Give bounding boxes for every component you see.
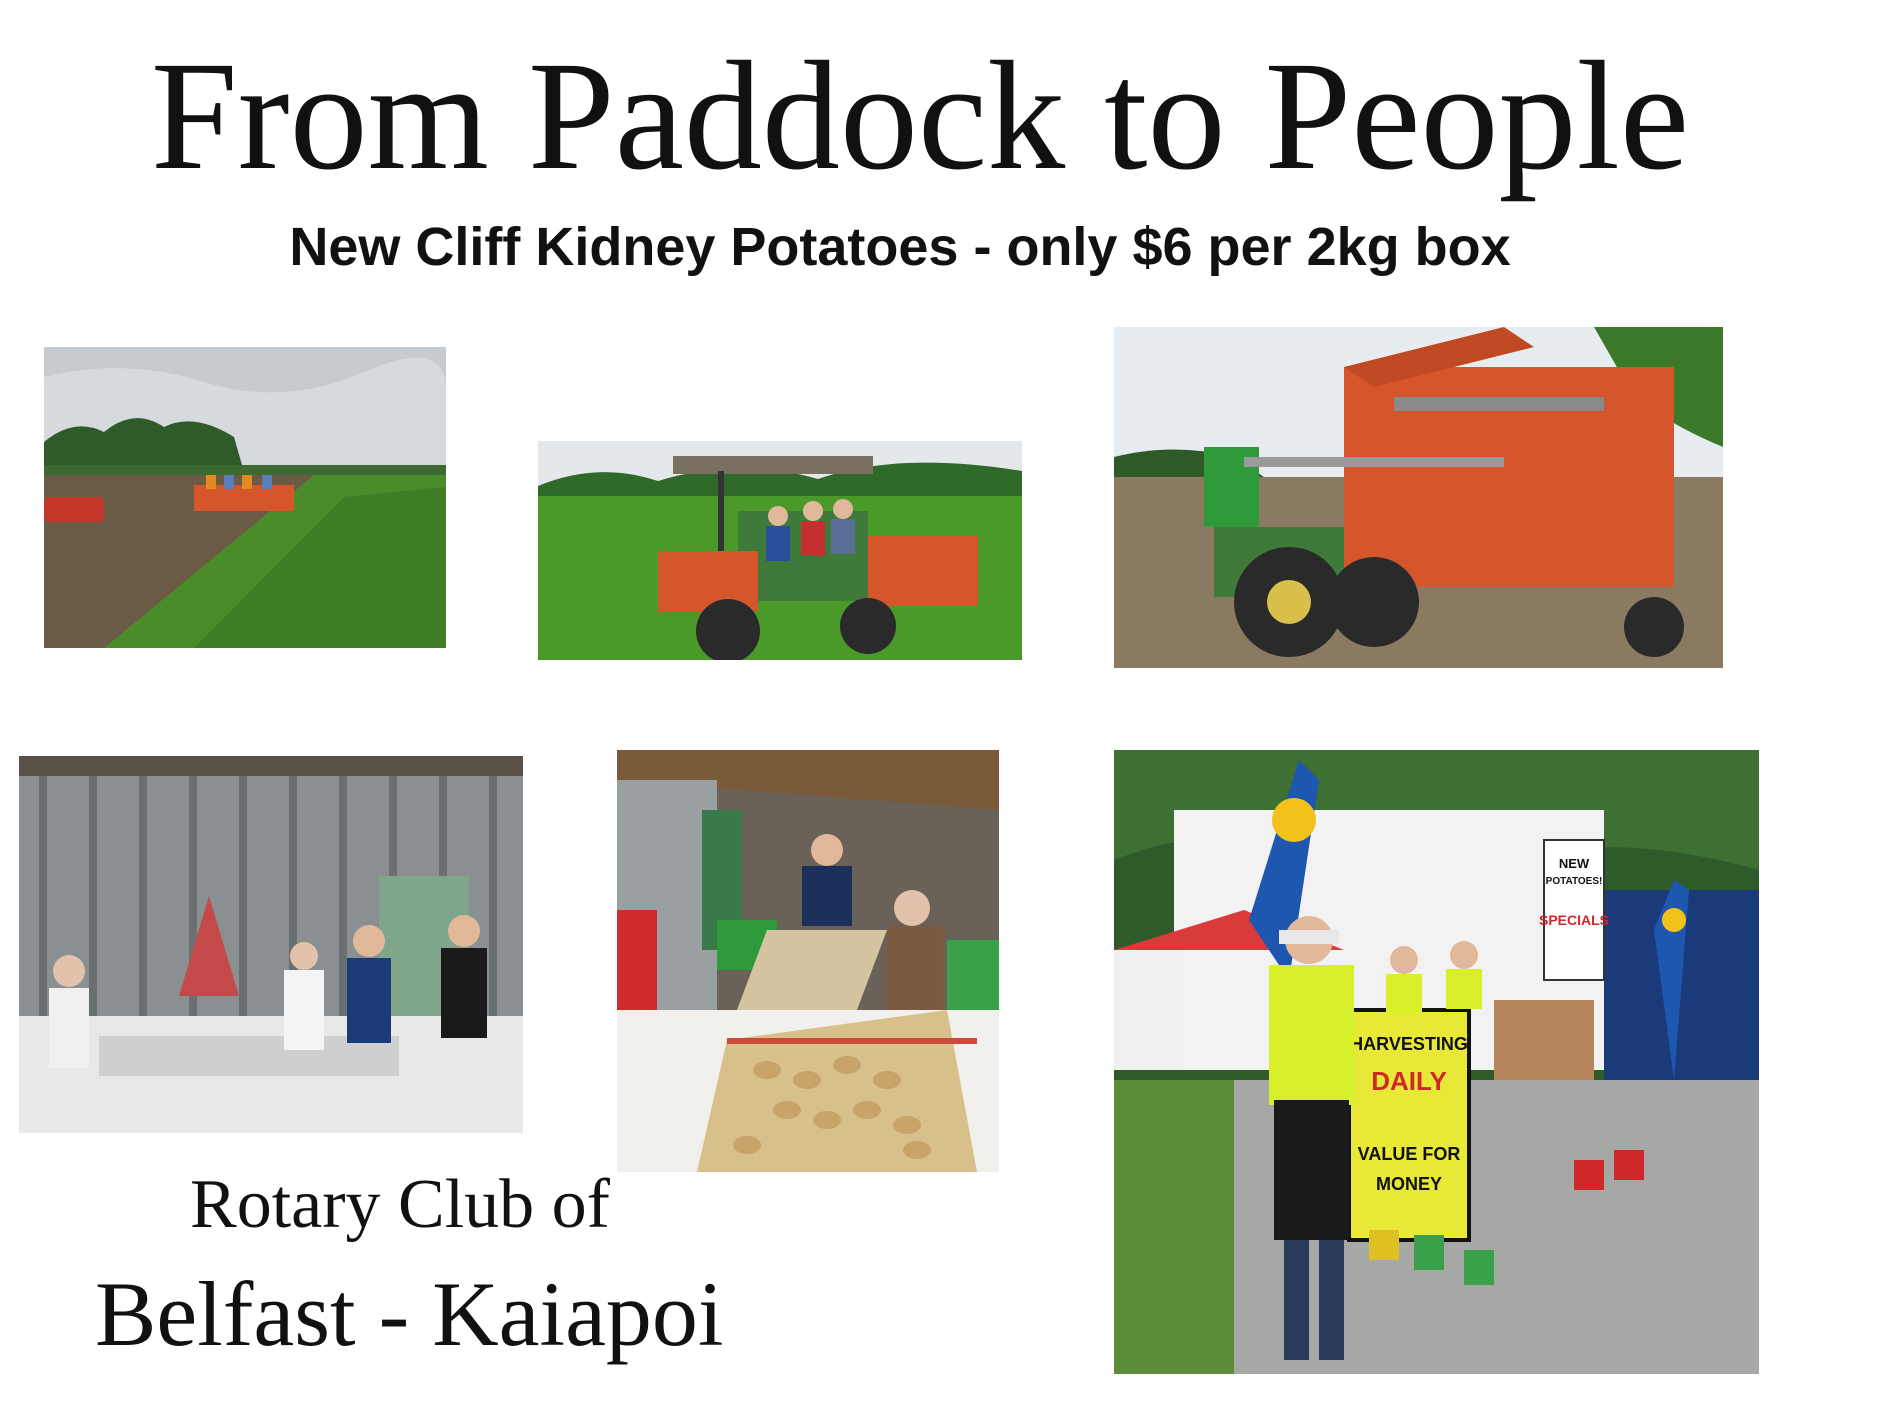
photo-field-harvest bbox=[44, 347, 446, 648]
stall-sign-potatoes: POTATOES! bbox=[1546, 876, 1603, 887]
photo-potato-harvester bbox=[1114, 327, 1723, 668]
stall-sign-new: NEW bbox=[1559, 856, 1590, 871]
page-subtitle: New Cliff Kidney Potatoes - only $6 per … bbox=[289, 217, 1511, 277]
page-title: From Paddock to People bbox=[150, 29, 1690, 202]
stall-board-money: MONEY bbox=[1376, 1174, 1442, 1194]
stall-board-daily: DAILY bbox=[1371, 1066, 1447, 1096]
photo-potato-crates bbox=[617, 750, 999, 1172]
club-name-line1: Rotary Club of bbox=[190, 1166, 610, 1243]
photo-tractor-workers bbox=[538, 441, 1022, 660]
photo-shed-grading bbox=[19, 756, 523, 1133]
club-name-line2: Belfast - Kaiapoi bbox=[95, 1263, 724, 1365]
stall-board-harvesting: HARVESTING bbox=[1350, 1034, 1468, 1054]
stall-board-value: VALUE FOR bbox=[1358, 1144, 1461, 1164]
photo-roadside-stall: NEW POTATOES! SPECIALS HARVESTING DAILY … bbox=[1114, 750, 1759, 1374]
stall-sign-specials: SPECIALS bbox=[1539, 912, 1609, 928]
